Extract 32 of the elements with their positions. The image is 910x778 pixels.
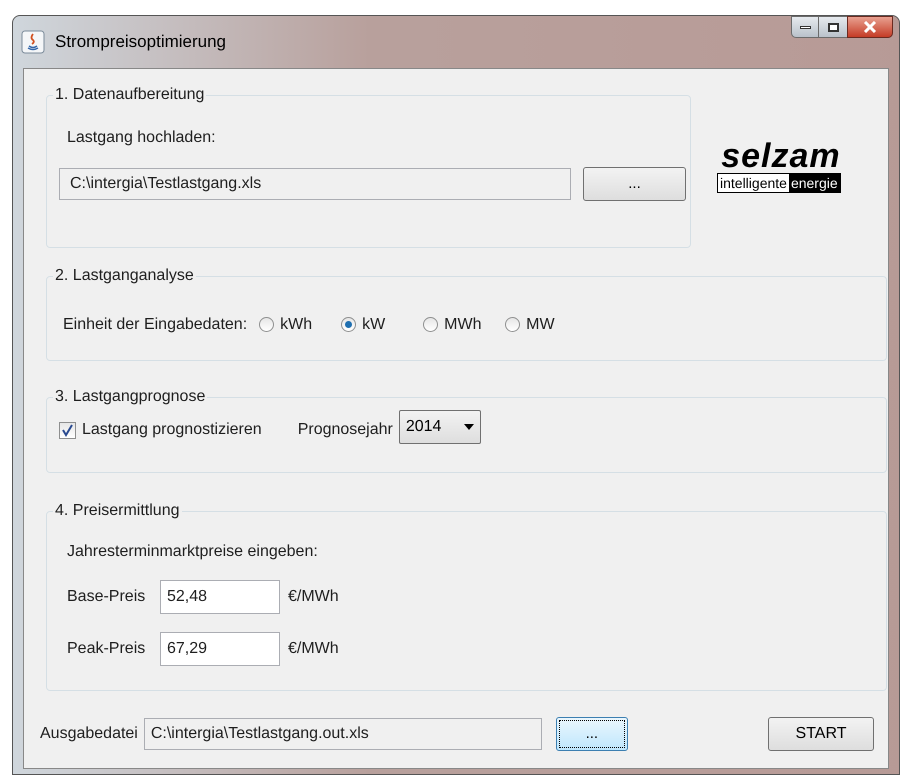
forecast-checkbox[interactable]: Lastgang prognostizieren (59, 418, 262, 442)
logo-wordmark: selzam (721, 141, 841, 171)
output-label: Ausgabedatei (40, 724, 138, 744)
price-label: Peak-Preis (67, 639, 146, 659)
unit-label: Einheit der Eingabedaten: (63, 314, 248, 334)
logo-tagline: intelligente (718, 174, 789, 192)
output-path-field[interactable]: C:\intergia\Testlastgang.out.xls (144, 718, 542, 750)
maximize-button[interactable] (819, 16, 847, 38)
price-field[interactable]: 67,29 (160, 632, 280, 666)
price-field[interactable]: 52,48 (160, 580, 280, 614)
unit-radio[interactable]: kW (341, 312, 410, 336)
start-button[interactable]: START (768, 717, 874, 751)
unit-radio[interactable]: kWh (259, 312, 328, 336)
year-label: Prognosejahr (298, 420, 393, 440)
close-button[interactable] (847, 16, 893, 38)
year-dropdown[interactable]: 2014 (398, 410, 481, 444)
upload-label: Lastgang hochladen: (67, 128, 217, 148)
price-instructions: Jahresterminmarktpreise eingeben: (67, 542, 319, 562)
app-icon (21, 30, 45, 54)
price-unit: €/MWh (288, 587, 339, 607)
close-icon (863, 21, 877, 33)
minimize-button[interactable] (791, 16, 819, 38)
caret-icon (464, 424, 474, 430)
price-unit: €/MWh (288, 639, 339, 659)
unit-radio[interactable]: MWh (423, 312, 492, 336)
browse-button[interactable]: ... (583, 167, 686, 201)
price-label: Base-Preis (67, 587, 146, 607)
file-path-field[interactable]: C:\intergia\Testlastgang.xls (59, 168, 571, 200)
logo-tagline: energie (788, 174, 840, 192)
browse-button[interactable]: ... (556, 717, 628, 751)
unit-radio[interactable]: MW (505, 312, 574, 336)
window-title: Strompreisoptimierung (55, 31, 226, 54)
